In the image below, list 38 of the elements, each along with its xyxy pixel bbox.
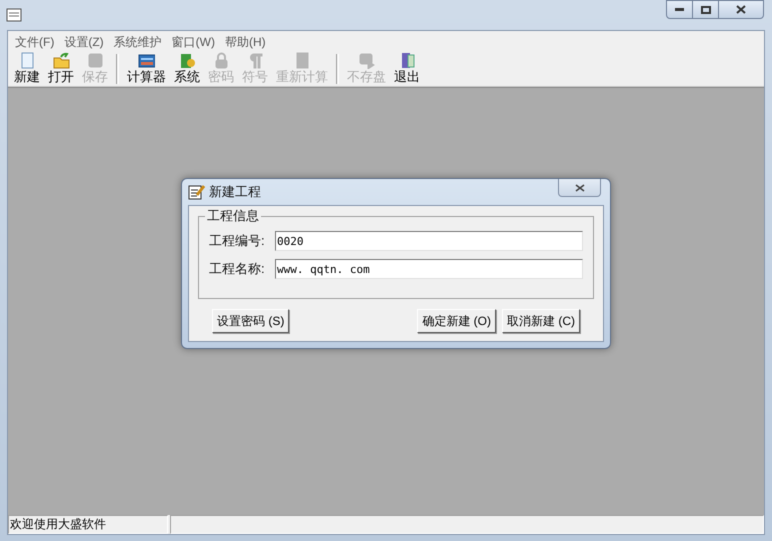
- toolbar-icon: [18, 52, 36, 69]
- input-field[interactable]: 0020: [275, 231, 583, 251]
- toolbar-icon: [52, 52, 70, 69]
- toolbar-button[interactable]: 计算器: [125, 52, 168, 84]
- dialog-button[interactable]: 取消新建 (C): [502, 309, 580, 333]
- field-label: 工程名称:: [209, 260, 266, 278]
- dialog-title: 新建工程: [209, 183, 261, 202]
- app-icon: [6, 7, 22, 23]
- menu-item[interactable]: 文件(F): [10, 32, 60, 52]
- maximize-icon: [700, 6, 710, 14]
- dialog-button[interactable]: 确定新建 (O): [417, 309, 496, 333]
- maximize-button[interactable]: [693, 0, 719, 19]
- toolbar-button[interactable]: 新建: [12, 52, 42, 84]
- toolbar-icon: [178, 52, 196, 69]
- menu-item[interactable]: 设置(Z): [59, 32, 109, 52]
- field-label: 工程编号:: [209, 232, 266, 250]
- toolbar-icon: [86, 52, 104, 69]
- notepad-pencil-icon: [188, 184, 205, 200]
- minimize-icon: [675, 8, 684, 11]
- status-panel: 欢迎使用大盛软件: [8, 515, 168, 534]
- close-icon: [736, 5, 746, 14]
- menu-item[interactable]: 帮助(H): [220, 32, 271, 52]
- minimize-button[interactable]: [666, 0, 693, 19]
- close-button[interactable]: [719, 0, 764, 19]
- input-field[interactable]: www. qqtn. com: [275, 259, 583, 279]
- menu-item[interactable]: 窗口(W): [166, 32, 220, 52]
- toolbar-button[interactable]: 退出: [392, 52, 422, 84]
- group-title: 工程信息: [205, 208, 261, 224]
- toolbar-icon: [358, 52, 375, 69]
- menu-item[interactable]: 系统维护: [108, 32, 167, 52]
- dialog-button[interactable]: 设置密码 (S): [212, 309, 290, 333]
- close-button[interactable]: [558, 179, 601, 197]
- toolbar-icon: [212, 52, 230, 69]
- toolbar-button[interactable]: 系统: [172, 52, 202, 84]
- close-icon: [574, 184, 584, 192]
- toolbar-icon: [294, 52, 310, 69]
- toolbar-button[interactable]: 打开: [46, 52, 76, 84]
- toolbar-icon: [138, 52, 155, 69]
